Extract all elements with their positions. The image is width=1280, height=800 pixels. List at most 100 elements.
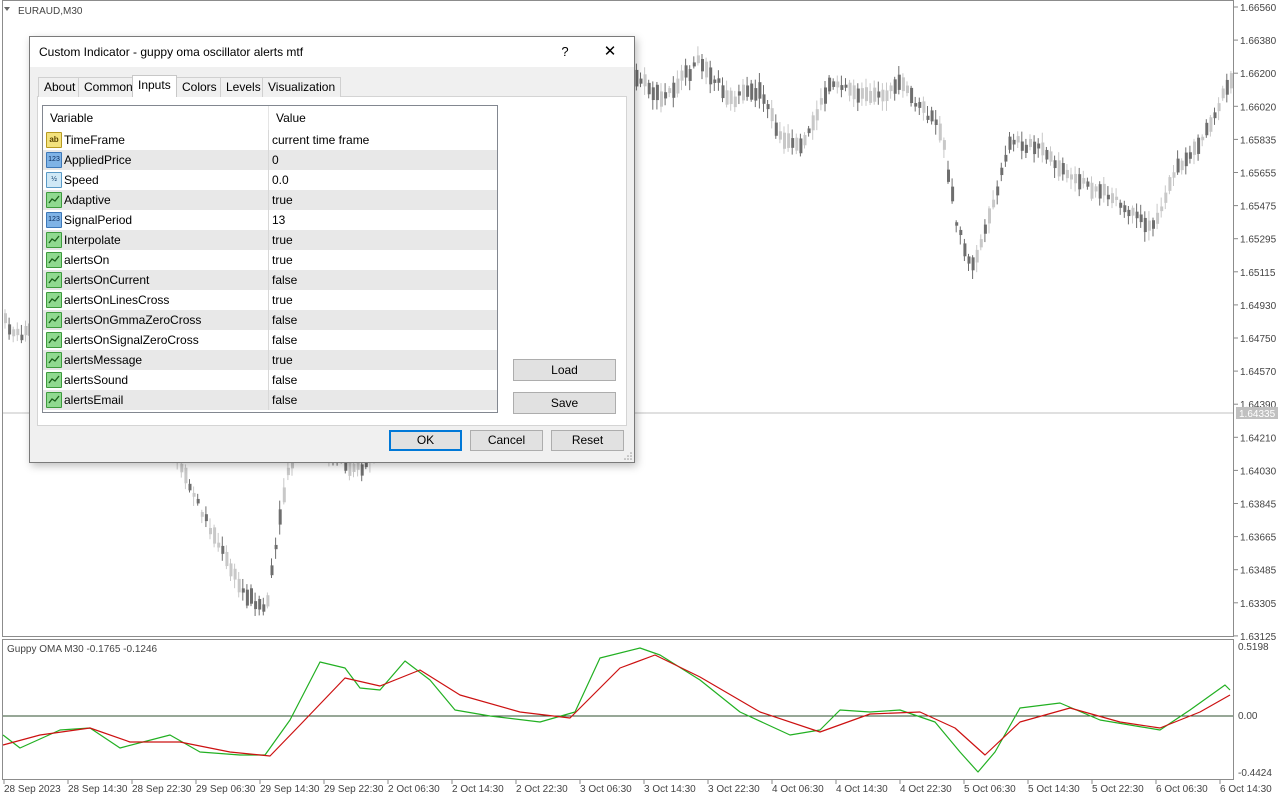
candle-body xyxy=(1225,79,1229,95)
column-separator[interactable] xyxy=(268,106,269,130)
variable-value[interactable]: 0 xyxy=(272,153,279,167)
table-row[interactable]: alertsOn true xyxy=(43,250,497,270)
price-tick-label: 1.65115 xyxy=(1240,268,1276,279)
candle-body xyxy=(229,563,233,577)
chart-menu-arrow-icon[interactable] xyxy=(4,7,10,11)
save-button[interactable]: Save xyxy=(513,392,616,414)
candle-body xyxy=(893,79,897,94)
candle-body xyxy=(1033,141,1037,155)
tab-common[interactable]: Common xyxy=(78,77,139,97)
variable-value[interactable]: 13 xyxy=(272,213,285,227)
table-row[interactable]: alertsMessage true xyxy=(43,350,497,370)
tab-inputs[interactable]: Inputs xyxy=(132,75,177,97)
table-row[interactable]: ab TimeFrame current time frame xyxy=(43,130,497,150)
resize-grip-icon[interactable] xyxy=(624,452,632,460)
time-tick-label: 2 Oct 06:30 xyxy=(388,784,440,795)
candle-body xyxy=(795,137,799,151)
candle-body xyxy=(1041,142,1045,156)
time-tick-label: 6 Oct 06:30 xyxy=(1156,784,1208,795)
candle-body xyxy=(873,87,877,102)
table-row[interactable]: Adaptive true xyxy=(43,190,497,210)
time-tick-label: 28 Sep 2023 xyxy=(4,784,61,795)
time-tick-label: 3 Oct 06:30 xyxy=(580,784,632,795)
candle-body xyxy=(258,598,262,610)
price-tick-label: 1.64750 xyxy=(1240,334,1277,345)
variable-name: alertsSound xyxy=(64,373,129,387)
table-row[interactable]: alertsSound false xyxy=(43,370,497,390)
candle-body xyxy=(922,101,926,113)
variable-value[interactable]: false xyxy=(272,373,297,387)
column-header-value[interactable]: Value xyxy=(276,111,306,125)
table-row[interactable]: alertsOnGmmaZeroCross false xyxy=(43,310,497,330)
variable-value[interactable]: false xyxy=(272,273,297,287)
table-row[interactable]: Interpolate true xyxy=(43,230,497,250)
candle-body xyxy=(1098,184,1102,199)
candle-body xyxy=(1172,172,1176,178)
candle-body xyxy=(836,81,840,88)
load-button[interactable]: Load xyxy=(513,359,616,381)
candle-body xyxy=(1106,194,1110,200)
cell-separator xyxy=(268,170,269,190)
candle-body xyxy=(213,527,217,544)
candle-body xyxy=(778,131,782,140)
column-header-variable[interactable]: Variable xyxy=(50,111,93,125)
cancel-button[interactable]: Cancel xyxy=(470,430,543,451)
candle-body xyxy=(1156,212,1160,224)
candle-body xyxy=(901,77,905,92)
candle-body xyxy=(360,464,364,476)
variable-value[interactable]: false xyxy=(272,333,297,347)
table-row[interactable]: ½ Speed 0.0 xyxy=(43,170,497,190)
variable-value[interactable]: 0.0 xyxy=(272,173,289,187)
candle-body xyxy=(1188,152,1192,159)
candle-body xyxy=(4,313,7,324)
table-row[interactable]: alertsOnLinesCross true xyxy=(43,290,497,310)
candle-body xyxy=(233,568,237,580)
variable-value[interactable]: true xyxy=(272,193,293,207)
candle-body xyxy=(865,87,868,102)
variable-value[interactable]: true xyxy=(272,253,293,267)
candle-body xyxy=(225,551,229,567)
help-button[interactable]: ? xyxy=(554,41,576,63)
boolean-type-icon xyxy=(46,352,62,368)
candle-body xyxy=(1016,136,1020,143)
candle-body xyxy=(1143,217,1147,233)
tab-levels[interactable]: Levels xyxy=(220,77,267,97)
inputs-grid: Variable Value ab TimeFrame current time f… xyxy=(42,105,498,413)
candle-body xyxy=(270,565,274,576)
tab-visualization[interactable]: Visualization xyxy=(262,77,342,97)
boolean-type-icon xyxy=(46,232,62,248)
dialog-titlebar[interactable]: Custom Indicator - guppy oma oscillator … xyxy=(30,37,634,67)
reset-button[interactable]: Reset xyxy=(551,430,624,451)
variable-name: Interpolate xyxy=(64,233,121,247)
tab-about[interactable]: About xyxy=(38,77,82,97)
table-row[interactable]: 123 AppliedPrice 0 xyxy=(43,150,497,170)
candle-body xyxy=(971,257,975,271)
table-row[interactable]: alertsEmail false xyxy=(43,390,497,410)
variable-value[interactable]: false xyxy=(272,393,297,407)
candle-body xyxy=(1147,220,1151,231)
candle-body xyxy=(746,85,750,97)
candle-body xyxy=(188,483,192,491)
price-tick-label: 1.65475 xyxy=(1240,202,1277,213)
table-row[interactable]: alertsOnSignalZeroCross false xyxy=(43,330,497,350)
table-row[interactable]: 123 SignalPeriod 13 xyxy=(43,210,497,230)
variable-value[interactable]: current time frame xyxy=(272,133,369,147)
candle-body xyxy=(819,98,823,105)
candle-body xyxy=(1176,158,1180,173)
close-button[interactable]: ✕ xyxy=(596,40,624,64)
variable-value[interactable]: true xyxy=(272,353,293,367)
variable-value[interactable]: false xyxy=(272,313,297,327)
table-row[interactable]: alertsOnCurrent false xyxy=(43,270,497,290)
cell-separator xyxy=(268,250,269,270)
candle-body xyxy=(807,128,811,134)
candle-body xyxy=(754,88,758,101)
double-type-icon: ½ xyxy=(46,172,62,188)
cell-separator xyxy=(268,390,269,410)
variable-value[interactable]: true xyxy=(272,233,293,247)
tab-colors[interactable]: Colors xyxy=(176,77,223,97)
cell-separator xyxy=(268,270,269,290)
candle-body xyxy=(680,70,684,81)
candle-body xyxy=(975,249,979,263)
variable-value[interactable]: true xyxy=(272,293,293,307)
ok-button[interactable]: OK xyxy=(389,430,462,451)
